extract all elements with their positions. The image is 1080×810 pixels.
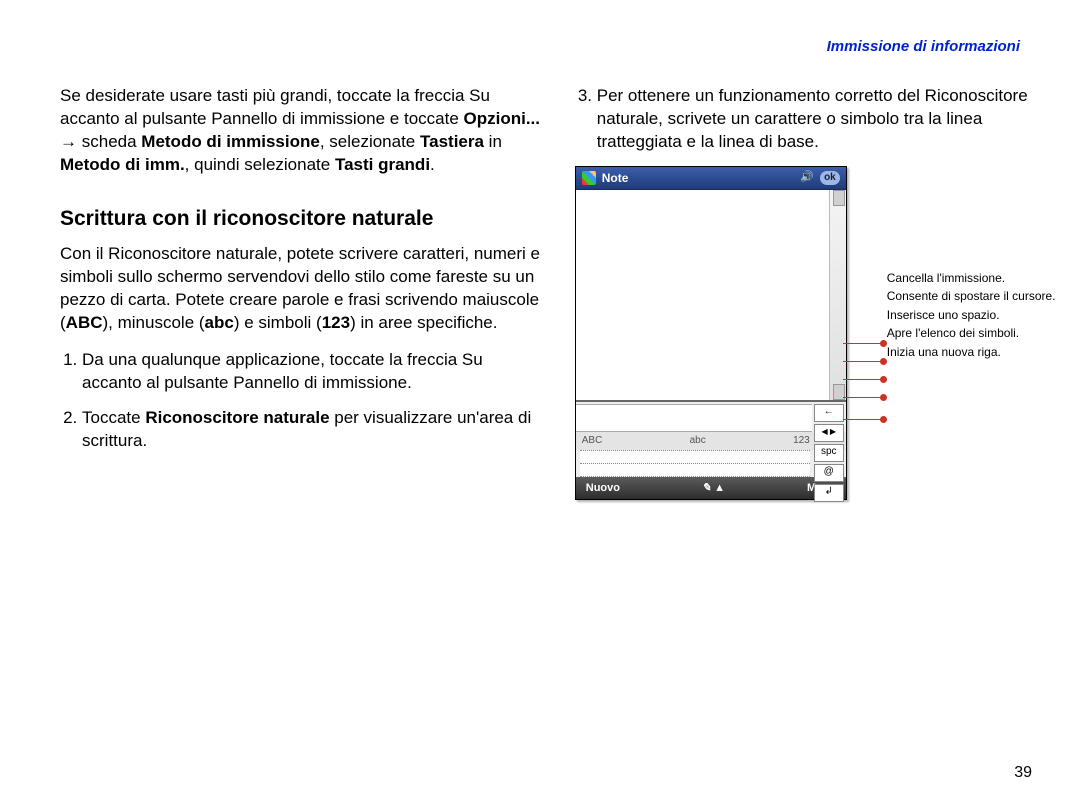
callout-leader — [843, 419, 883, 420]
mode-abc-upper[interactable]: ABC — [582, 434, 603, 448]
bottom-menu-bar: Nuovo ✎ ▲ Menu — [576, 477, 846, 500]
input-method-toggle[interactable]: ✎ ▲ — [702, 481, 725, 496]
speaker-icon[interactable]: 🔊 — [800, 170, 814, 185]
page-number: 39 — [1014, 764, 1032, 782]
label-tasti-grandi: Tasti grandi — [335, 155, 430, 174]
label-metodo-imm: Metodo di imm. — [60, 155, 185, 174]
text: ) e simboli ( — [234, 313, 322, 332]
input-side-buttons: ← ◀ ▶ spc @ ↲ — [814, 404, 844, 502]
text: Se desiderate usare tasti più grandi, to… — [60, 86, 490, 128]
arrow: → — [60, 132, 82, 151]
label-opzioni: Opzioni... — [464, 109, 541, 128]
label-123: 123 — [322, 313, 350, 332]
text: ), minuscole ( — [103, 313, 205, 332]
section-header: Immissione di informazioni — [827, 38, 1020, 55]
window-title: Note — [602, 170, 629, 186]
writing-line[interactable] — [576, 404, 812, 432]
callout-newline: Inizia una nuova riga. — [887, 345, 1080, 359]
callout-leader — [843, 361, 883, 362]
start-icon[interactable] — [582, 171, 596, 185]
step-1: Da una qualunque applicazione, toccate l… — [82, 349, 545, 395]
left-column: Se desiderate usare tasti più grandi, to… — [60, 85, 545, 500]
callout-space: Inserisce uno spazio. — [887, 308, 1080, 322]
text: , selezionate — [320, 132, 420, 151]
text: . — [430, 155, 435, 174]
text: Toccate — [82, 408, 145, 427]
callout-cursor: Consente di spostare il cursore. — [887, 289, 1080, 303]
label-abc-lower: abc — [205, 313, 234, 332]
intro-paragraph: Se desiderate usare tasti più grandi, to… — [60, 85, 545, 177]
label-metodo: Metodo di immissione — [141, 132, 320, 151]
cursor-button[interactable]: ◀ ▶ — [814, 424, 844, 442]
enter-button[interactable]: ↲ — [814, 484, 844, 502]
text: , quindi selezionate — [185, 155, 335, 174]
step-3: Per ottenere un funzionamento corretto d… — [597, 85, 1050, 154]
steps-list-continued: Per ottenere un funzionamento corretto d… — [575, 85, 1050, 154]
right-column: Per ottenere un funzionamento corretto d… — [575, 85, 1050, 500]
vertical-scrollbar[interactable] — [829, 190, 846, 400]
step-2: Toccate Riconoscitore naturale per visua… — [82, 407, 545, 453]
label-riconoscitore: Riconoscitore naturale — [145, 408, 329, 427]
callout-leader — [843, 343, 883, 344]
menu-nuovo[interactable]: Nuovo — [586, 481, 620, 496]
ok-button[interactable]: ok — [820, 171, 840, 185]
device-screenshot: Note 🔊 ok ← ◀ ▶ spc @ ↲ — [575, 166, 847, 501]
input-panel: ← ◀ ▶ spc @ ↲ ABC abc 123 — [576, 400, 846, 477]
mode-123[interactable]: 123 — [793, 434, 810, 448]
mode-labels-row: ABC abc 123 — [576, 432, 846, 450]
callout-leader — [843, 379, 883, 380]
section-heading: Scrittura con il riconoscitore naturale — [60, 205, 545, 233]
mode-abc-lower[interactable]: abc — [690, 434, 706, 448]
space-button[interactable]: spc — [814, 444, 844, 462]
callout-symbols: Apre l'elenco dei simboli. — [887, 326, 1080, 340]
backspace-button[interactable]: ← — [814, 404, 844, 422]
note-canvas[interactable] — [576, 190, 846, 400]
text: in — [484, 132, 502, 151]
steps-list: Da una qualunque applicazione, toccate l… — [60, 349, 545, 453]
text: scheda — [82, 132, 142, 151]
writing-guide-dashed[interactable] — [580, 464, 810, 477]
symbols-button[interactable]: @ — [814, 464, 844, 482]
callout-leader — [843, 397, 883, 398]
callouts-list: Cancella l'immissione. Consente di spost… — [887, 271, 1080, 363]
writing-guide-dashed[interactable] — [580, 450, 810, 464]
description-paragraph: Con il Riconoscitore naturale, potete sc… — [60, 243, 545, 335]
window-titlebar: Note 🔊 ok — [576, 167, 846, 190]
callout-cancel: Cancella l'immissione. — [887, 271, 1080, 285]
label-tastiera: Tastiera — [420, 132, 484, 151]
text: ) in aree specifiche. — [350, 313, 497, 332]
label-abc-upper: ABC — [66, 313, 103, 332]
